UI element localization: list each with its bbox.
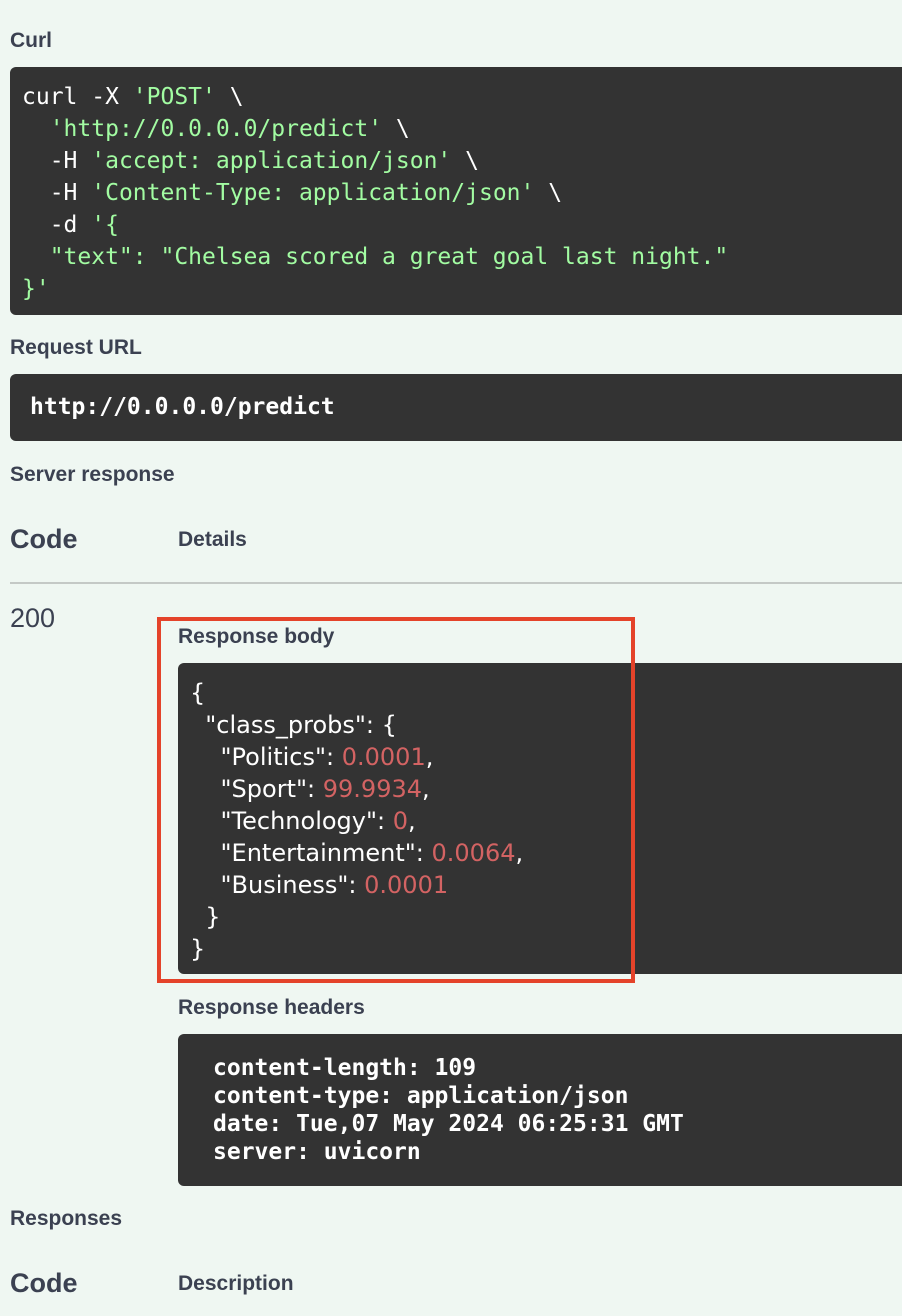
code-text: -H — [22, 148, 92, 174]
code-text: "Sport": — [190, 775, 323, 803]
code-line: { — [190, 677, 902, 709]
code-line: "Technology": 0, — [190, 805, 902, 837]
code-text: , — [515, 839, 524, 867]
code-line: -H 'accept: application/json' \ — [22, 145, 902, 177]
code-text: "Business": — [190, 871, 365, 899]
code-text: \ — [451, 148, 479, 174]
code-string: }' — [22, 276, 50, 302]
code-line: "Entertainment": 0.0064, — [190, 837, 902, 869]
code-string: 'POST' — [132, 84, 216, 110]
server-response-label: Server response — [10, 463, 175, 486]
curl-code-block[interactable]: curl -X 'POST' \ 'http://0.0.0.0/predict… — [10, 67, 902, 315]
code-text: , — [425, 743, 434, 771]
code-string: 'http://0.0.0.0/predict' — [49, 116, 383, 142]
code-text: "class_probs": { — [190, 711, 397, 739]
header-line: content-type: application/json — [213, 1083, 629, 1109]
code-string: '{ — [91, 212, 119, 238]
code-text: } — [190, 935, 206, 963]
code-line: 'http://0.0.0.0/predict' \ — [22, 113, 902, 145]
request-url-label: Request URL — [10, 336, 142, 359]
json-number: 0 — [392, 807, 409, 835]
json-number: 0.0064 — [431, 839, 516, 867]
code-text: \ — [215, 84, 244, 110]
header-line: content-length: 109 — [213, 1055, 477, 1081]
json-number: 0.0001 — [341, 743, 426, 771]
code-text: -d — [22, 212, 92, 238]
code-text: , — [422, 775, 430, 803]
code-string: "text": "Chelsea scored a great goal las… — [22, 244, 729, 270]
header-line: server: uvicorn — [213, 1139, 421, 1165]
code-line: } — [190, 933, 902, 965]
code-text: curl -X — [22, 84, 133, 110]
code-text: \ — [534, 180, 563, 206]
responses-code-column-header: Code — [10, 1268, 78, 1298]
code-string: 'accept: application/json' — [91, 148, 452, 174]
response-headers-code-block[interactable]: content-length: 109 content-type: applica… — [178, 1034, 902, 1186]
code-line: "Politics": 0.0001, — [190, 741, 902, 773]
status-code: 200 — [10, 603, 56, 633]
code-text: } — [190, 903, 221, 931]
response-body-label: Response body — [178, 625, 335, 648]
description-column-header: Description — [178, 1272, 294, 1295]
json-number: 99.9934 — [322, 775, 422, 803]
code-text: "Politics": — [190, 743, 342, 771]
code-line: }' — [22, 273, 902, 305]
code-line: curl -X 'POST' \ — [22, 81, 902, 113]
response-headers-label: Response headers — [178, 996, 365, 1019]
code-text: { — [190, 679, 206, 707]
json-number: 0.0001 — [364, 871, 449, 899]
response-body-code-block[interactable]: { "class_probs": { "Politics": 0.0001, "… — [178, 663, 902, 974]
code-string: 'Content-Type: application/json' — [91, 180, 535, 206]
request-url-value[interactable]: http://0.0.0.0/predict — [10, 374, 902, 441]
code-line: -d '{ — [22, 209, 902, 241]
code-line: "class_probs": { — [190, 709, 902, 741]
code-text: -H — [22, 180, 92, 206]
table-divider — [10, 582, 902, 584]
code-line: } — [190, 901, 902, 933]
code-line: -H 'Content-Type: application/json' \ — [22, 177, 902, 209]
header-line: date: Tue,07 May 2024 06:25:31 GMT — [213, 1111, 684, 1137]
curl-label: Curl — [10, 29, 52, 52]
code-line: "Sport": 99.9934, — [190, 773, 902, 805]
code-text: "Entertainment": — [190, 839, 432, 867]
code-text: , — [408, 807, 416, 835]
details-column-header: Details — [178, 528, 247, 551]
code-text: "Technology": — [190, 807, 393, 835]
code-line: "text": "Chelsea scored a great goal las… — [22, 241, 902, 273]
code-text: \ — [382, 116, 410, 142]
responses-label: Responses — [10, 1207, 123, 1230]
code-column-header: Code — [10, 524, 78, 554]
code-line: "Business": 0.0001 — [190, 869, 902, 901]
